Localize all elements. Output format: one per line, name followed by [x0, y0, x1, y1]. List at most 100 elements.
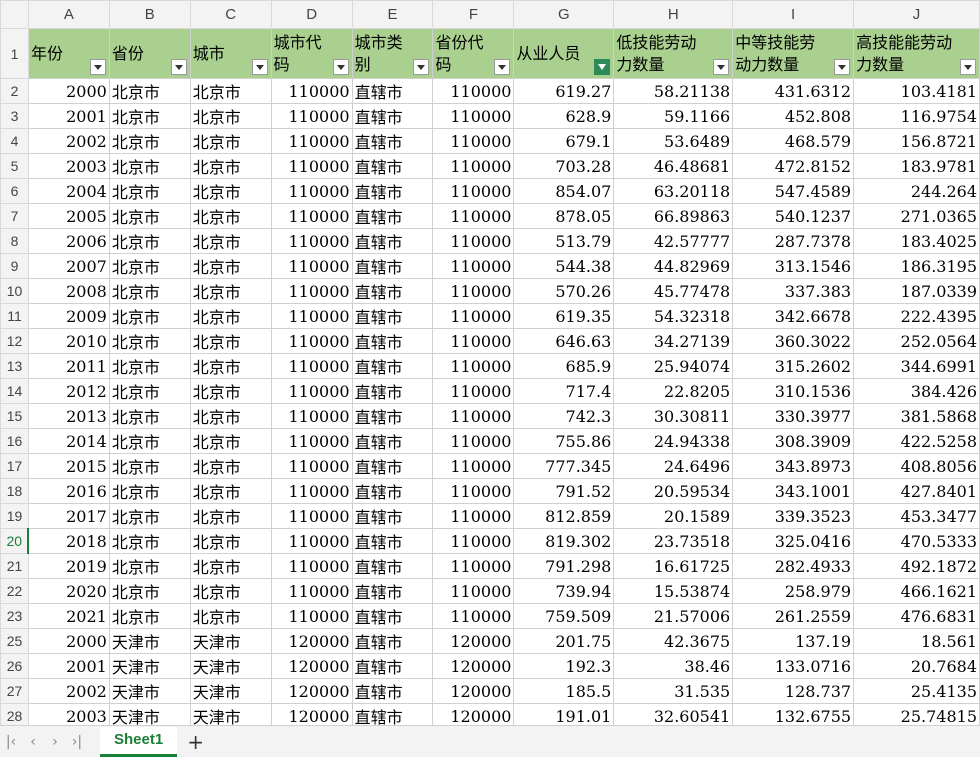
cell[interactable]: 20.59534 — [613, 478, 734, 504]
cell[interactable]: 北京市 — [108, 578, 191, 604]
cell[interactable]: 20.7684 — [853, 653, 980, 679]
cell[interactable]: 110000 — [432, 453, 515, 479]
row-number[interactable]: 1 — [0, 28, 29, 79]
column-header-a[interactable]: A — [27, 0, 110, 29]
cell[interactable]: 北京市 — [189, 153, 272, 179]
cell[interactable]: 120000 — [270, 703, 353, 725]
first-sheet-icon[interactable]: |‹ — [0, 734, 22, 750]
cell[interactable]: 339.3523 — [732, 503, 855, 529]
cell[interactable]: 25.74815 — [853, 703, 980, 725]
cell[interactable]: 110000 — [270, 178, 353, 204]
cell[interactable]: 16.61725 — [613, 553, 734, 579]
cell[interactable]: 110000 — [432, 403, 515, 429]
filter-dropdown-icon[interactable] — [960, 59, 976, 75]
cell[interactable]: 110000 — [270, 403, 353, 429]
cell[interactable]: 183.4025 — [853, 228, 980, 254]
cell[interactable]: 北京市 — [189, 203, 272, 229]
cell[interactable]: 2011 — [27, 353, 110, 379]
cell[interactable]: 北京市 — [108, 528, 191, 554]
row-number[interactable]: 8 — [0, 228, 29, 254]
cell[interactable]: 天津市 — [108, 703, 191, 725]
cell[interactable]: 310.1536 — [732, 378, 855, 404]
cell[interactable]: 110000 — [270, 153, 353, 179]
cell[interactable]: 120000 — [270, 678, 353, 704]
cell[interactable]: 59.1166 — [613, 103, 734, 129]
cell[interactable]: 185.5 — [513, 678, 615, 704]
cell[interactable]: 110000 — [270, 428, 353, 454]
cell[interactable]: 252.0564 — [853, 328, 980, 354]
header-cell[interactable]: 城市代码 — [270, 28, 353, 79]
cell[interactable]: 天津市 — [108, 678, 191, 704]
cell[interactable]: 110000 — [432, 553, 515, 579]
cell[interactable]: 54.32318 — [613, 303, 734, 329]
cell[interactable]: 直辖市 — [351, 653, 434, 679]
cell[interactable]: 北京市 — [189, 603, 272, 629]
cell[interactable]: 38.46 — [613, 653, 734, 679]
row-number[interactable]: 15 — [0, 403, 29, 429]
cell[interactable]: 110000 — [432, 578, 515, 604]
spreadsheet-grid[interactable]: A B C D E F G H I J 1 年份 省份 城市 城市代码 城市类别 省份代码 从业人员 低技能劳动力数… — [0, 0, 980, 725]
filter-dropdown-icon[interactable] — [89, 59, 106, 75]
cell[interactable]: 2012 — [27, 378, 110, 404]
cell[interactable]: 北京市 — [108, 403, 191, 429]
cell[interactable]: 110000 — [432, 528, 515, 554]
cell[interactable]: 北京市 — [108, 603, 191, 629]
cell[interactable]: 北京市 — [189, 353, 272, 379]
cell[interactable]: 110000 — [432, 78, 515, 104]
cell[interactable]: 直辖市 — [351, 378, 434, 404]
cell[interactable]: 天津市 — [189, 628, 272, 654]
cell[interactable]: 北京市 — [108, 153, 191, 179]
cell[interactable]: 110000 — [270, 553, 353, 579]
cell[interactable]: 直辖市 — [351, 553, 434, 579]
cell[interactable]: 110000 — [270, 353, 353, 379]
cell[interactable]: 110000 — [270, 103, 353, 129]
cell[interactable]: 619.35 — [513, 303, 615, 329]
cell[interactable]: 2006 — [27, 228, 110, 254]
cell[interactable]: 2002 — [27, 678, 110, 704]
cell[interactable]: 北京市 — [108, 303, 191, 329]
cell[interactable]: 110000 — [432, 503, 515, 529]
row-number[interactable]: 27 — [0, 678, 29, 704]
header-cell[interactable]: 城市 — [189, 28, 272, 79]
cell[interactable]: 110000 — [432, 228, 515, 254]
cell[interactable]: 337.383 — [732, 278, 855, 304]
cell[interactable]: 直辖市 — [351, 228, 434, 254]
cell[interactable]: 2000 — [27, 78, 110, 104]
cell[interactable]: 天津市 — [189, 703, 272, 725]
cell[interactable]: 24.94338 — [613, 428, 734, 454]
cell[interactable]: 110000 — [270, 253, 353, 279]
cell[interactable]: 408.8056 — [853, 453, 980, 479]
row-number[interactable]: 18 — [0, 478, 29, 504]
cell[interactable]: 天津市 — [108, 653, 191, 679]
cell[interactable]: 30.30811 — [613, 403, 734, 429]
cell[interactable]: 北京市 — [189, 453, 272, 479]
cell[interactable]: 北京市 — [189, 128, 272, 154]
cell[interactable]: 18.561 — [853, 628, 980, 654]
cell[interactable]: 直辖市 — [351, 128, 434, 154]
cell[interactable]: 244.264 — [853, 178, 980, 204]
cell[interactable]: 222.4395 — [853, 303, 980, 329]
row-number[interactable]: 20 — [0, 528, 30, 554]
filter-dropdown-icon[interactable] — [494, 59, 511, 75]
cell[interactable]: 直辖市 — [351, 78, 434, 104]
cell[interactable]: 133.0716 — [732, 653, 855, 679]
add-sheet-icon[interactable]: + — [187, 730, 204, 754]
cell[interactable]: 110000 — [432, 478, 515, 504]
cell[interactable]: 直辖市 — [351, 403, 434, 429]
cell[interactable]: 北京市 — [108, 328, 191, 354]
cell[interactable]: 北京市 — [108, 278, 191, 304]
cell[interactable]: 北京市 — [189, 553, 272, 579]
cell[interactable]: 282.4933 — [732, 553, 855, 579]
cell[interactable]: 742.3 — [513, 403, 615, 429]
cell[interactable]: 22.8205 — [613, 378, 734, 404]
cell[interactable]: 2009 — [27, 303, 110, 329]
cell[interactable]: 258.979 — [732, 578, 855, 604]
header-cell[interactable]: 年份 — [27, 28, 110, 79]
row-number[interactable]: 11 — [0, 303, 29, 329]
cell[interactable]: 2005 — [27, 203, 110, 229]
cell[interactable]: 191.01 — [513, 703, 615, 725]
select-all-corner[interactable] — [0, 0, 29, 29]
cell[interactable]: 2020 — [27, 578, 110, 604]
column-header-g[interactable]: G — [513, 0, 615, 29]
cell[interactable]: 北京市 — [108, 203, 191, 229]
